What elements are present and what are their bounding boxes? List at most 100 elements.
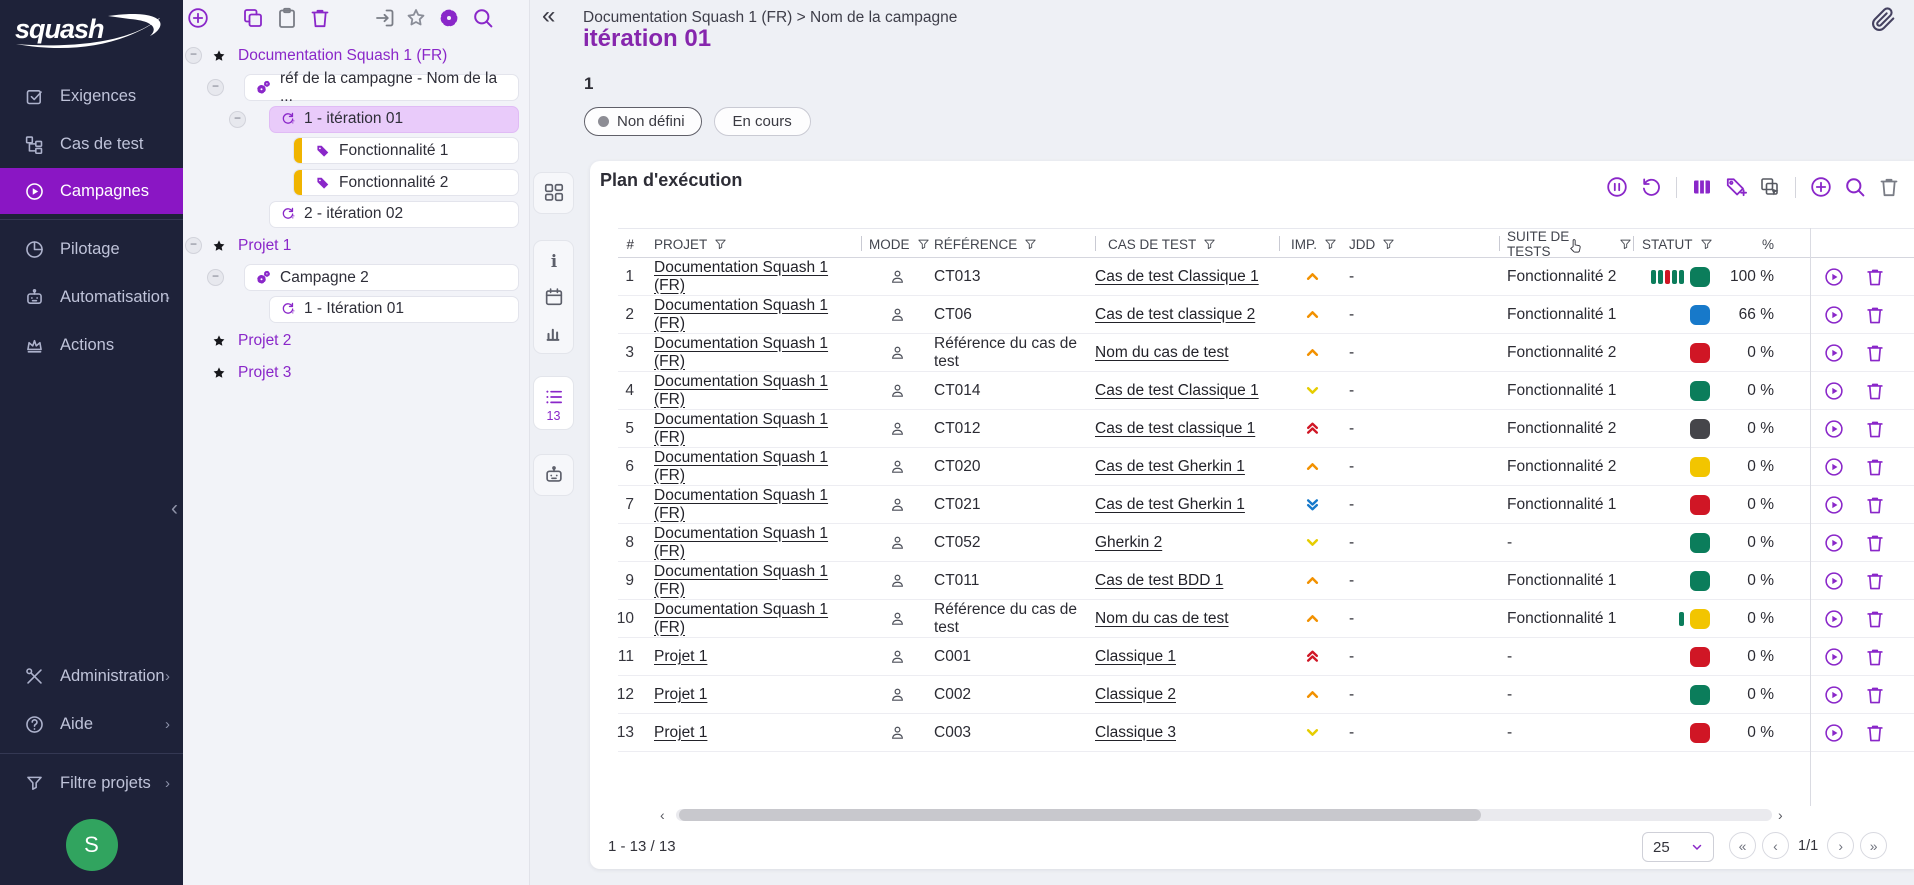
attachment-paperclip-icon[interactable] — [1871, 7, 1896, 32]
tree-collapse-icon[interactable]: − — [207, 79, 224, 96]
sidebar-item-administration[interactable]: Administration› — [0, 652, 183, 700]
tree-collapse-icon[interactable]: − — [185, 47, 202, 64]
test-case-link[interactable]: Cas de test classique 2 — [1095, 306, 1255, 324]
run-icon[interactable] — [1823, 722, 1845, 744]
delete-row-icon[interactable] — [1864, 646, 1886, 668]
status-block-yellow[interactable] — [1690, 609, 1710, 629]
project-link[interactable]: Documentation Squash 1 (FR) — [654, 411, 861, 447]
delete-row-icon[interactable] — [1864, 266, 1886, 288]
project-link[interactable]: Documentation Squash 1 (FR) — [654, 601, 861, 637]
tree-campaign-ref-de-la-campagne-nom-de-la[interactable]: réf de la campagne - Nom de la ... — [244, 74, 519, 101]
status-block-red[interactable] — [1690, 647, 1710, 667]
delete-row-icon[interactable] — [1864, 380, 1886, 402]
tree-project-documentation-squash-1-fr[interactable]: Documentation Squash 1 (FR) — [211, 47, 447, 65]
sidebar-item-filtre-projets[interactable]: Filtre projets› — [0, 759, 183, 807]
search-icon[interactable] — [471, 6, 495, 30]
tree-iteration-1-iteration-01[interactable]: 1 - Itération 01 — [269, 296, 519, 323]
squash-logo[interactable]: squash — [0, 0, 183, 58]
filter-icon[interactable] — [1381, 237, 1396, 252]
tree-project-projet-3[interactable]: Projet 3 — [211, 364, 291, 382]
sidebar-item-aide[interactable]: Aide› — [0, 700, 183, 748]
first-page-button[interactable]: « — [1729, 832, 1756, 859]
filter-icon[interactable] — [916, 237, 931, 252]
tree-iteration-1-iteration-01[interactable]: 1 - itération 01 — [269, 106, 519, 133]
search-icon[interactable] — [1843, 175, 1867, 199]
prev-page-button[interactable]: ‹ — [1762, 832, 1789, 859]
tree-project-projet-1[interactable]: Projet 1 — [211, 237, 291, 255]
status-block-green[interactable] — [1690, 533, 1710, 553]
user-avatar[interactable]: S — [66, 819, 118, 871]
test-case-link[interactable]: Nom du cas de test — [1095, 610, 1229, 628]
delete-row-icon[interactable] — [1864, 342, 1886, 364]
tree-project-projet-2[interactable]: Projet 2 — [211, 332, 291, 350]
status-block-blue[interactable] — [1690, 305, 1710, 325]
status-block-red[interactable] — [1690, 495, 1710, 515]
column-header-statut[interactable]: STATUT — [1633, 229, 1710, 259]
favorite-icon[interactable] — [404, 6, 428, 30]
sidebar-item-pilotage[interactable]: Pilotage — [0, 225, 183, 273]
settings-icon[interactable] — [437, 6, 461, 30]
tree-campaign-campagne-2[interactable]: Campagne 2 — [244, 264, 519, 291]
project-link[interactable]: Projet 1 — [654, 724, 707, 742]
sidebar-item-cas-de-test[interactable]: Cas de test — [0, 120, 183, 168]
automation-icon[interactable] — [543, 457, 565, 493]
filter-icon[interactable] — [1618, 237, 1633, 252]
scroll-right-icon[interactable]: › — [1778, 807, 1783, 823]
run-icon[interactable] — [1823, 570, 1845, 592]
information-icon[interactable]: i — [543, 243, 565, 279]
test-case-link[interactable]: Classique 2 — [1095, 686, 1176, 704]
column-header-projet[interactable]: PROJET — [654, 229, 861, 259]
sidebar-item-automatisation[interactable]: Automatisation› — [0, 273, 183, 321]
run-icon[interactable] — [1823, 342, 1845, 364]
sidebar-item-campagnes[interactable]: Campagnes — [0, 168, 183, 214]
test-case-link[interactable]: Gherkin 2 — [1095, 534, 1162, 552]
status-block-yellow[interactable] — [1690, 457, 1710, 477]
project-link[interactable]: Documentation Squash 1 (FR) — [654, 335, 861, 371]
project-link[interactable]: Projet 1 — [654, 648, 707, 666]
status-block-green[interactable] — [1690, 381, 1710, 401]
delete-row-icon[interactable] — [1864, 722, 1886, 744]
status-block-dark[interactable] — [1690, 419, 1710, 439]
scrollbar-track[interactable] — [676, 809, 1772, 821]
sidebar-item-exigences[interactable]: Exigences — [0, 72, 183, 120]
pause-execution-icon[interactable] — [1605, 175, 1629, 199]
run-icon[interactable] — [1823, 380, 1845, 402]
delete-row-icon[interactable] — [1864, 304, 1886, 326]
delete-icon[interactable] — [1877, 175, 1901, 199]
status-block-green[interactable] — [1690, 571, 1710, 591]
delete-row-icon[interactable] — [1864, 494, 1886, 516]
next-page-button[interactable]: › — [1827, 832, 1854, 859]
add-icon[interactable] — [186, 6, 210, 30]
add-test-case-icon[interactable] — [1809, 175, 1833, 199]
statistics-icon[interactable] — [543, 315, 565, 351]
column-header-imp[interactable]: IMP. — [1279, 229, 1346, 259]
tree-suite-fonctionnalite-2[interactable]: Fonctionnalité 2 — [293, 169, 519, 196]
test-case-link[interactable]: Cas de test classique 1 — [1095, 420, 1255, 438]
execution-history-icon[interactable] — [1639, 175, 1663, 199]
run-icon[interactable] — [1823, 456, 1845, 478]
column-header-[interactable]: % — [1710, 229, 1810, 259]
run-icon[interactable] — [1823, 684, 1845, 706]
column-header-jdd[interactable]: JDD — [1346, 229, 1499, 259]
filter-icon[interactable] — [1023, 237, 1038, 252]
run-icon[interactable] — [1823, 266, 1845, 288]
scroll-left-icon[interactable]: ‹ — [660, 807, 665, 823]
project-link[interactable]: Documentation Squash 1 (FR) — [654, 563, 861, 599]
delete-row-icon[interactable] — [1864, 418, 1886, 440]
run-icon[interactable] — [1823, 494, 1845, 516]
filter-icon[interactable] — [1202, 237, 1217, 252]
project-link[interactable]: Documentation Squash 1 (FR) — [654, 487, 861, 523]
delete-row-icon[interactable] — [1864, 608, 1886, 630]
paste-icon[interactable] — [275, 6, 299, 30]
status-block-green[interactable] — [1690, 267, 1710, 287]
status-block-green[interactable] — [1690, 685, 1710, 705]
project-link[interactable]: Documentation Squash 1 (FR) — [654, 373, 861, 409]
test-case-link[interactable]: Cas de test Gherkin 1 — [1095, 458, 1245, 476]
last-page-button[interactable]: » — [1860, 832, 1887, 859]
column-header-actions[interactable] — [1810, 229, 1914, 259]
scrollbar-thumb[interactable] — [679, 809, 1481, 821]
column-header-[interactable]: # — [618, 229, 654, 259]
column-header-reference[interactable]: RÉFÉRENCE — [934, 229, 1095, 259]
project-link[interactable]: Documentation Squash 1 (FR) — [654, 449, 861, 485]
status-chip-en-cours[interactable]: En cours — [714, 107, 811, 136]
